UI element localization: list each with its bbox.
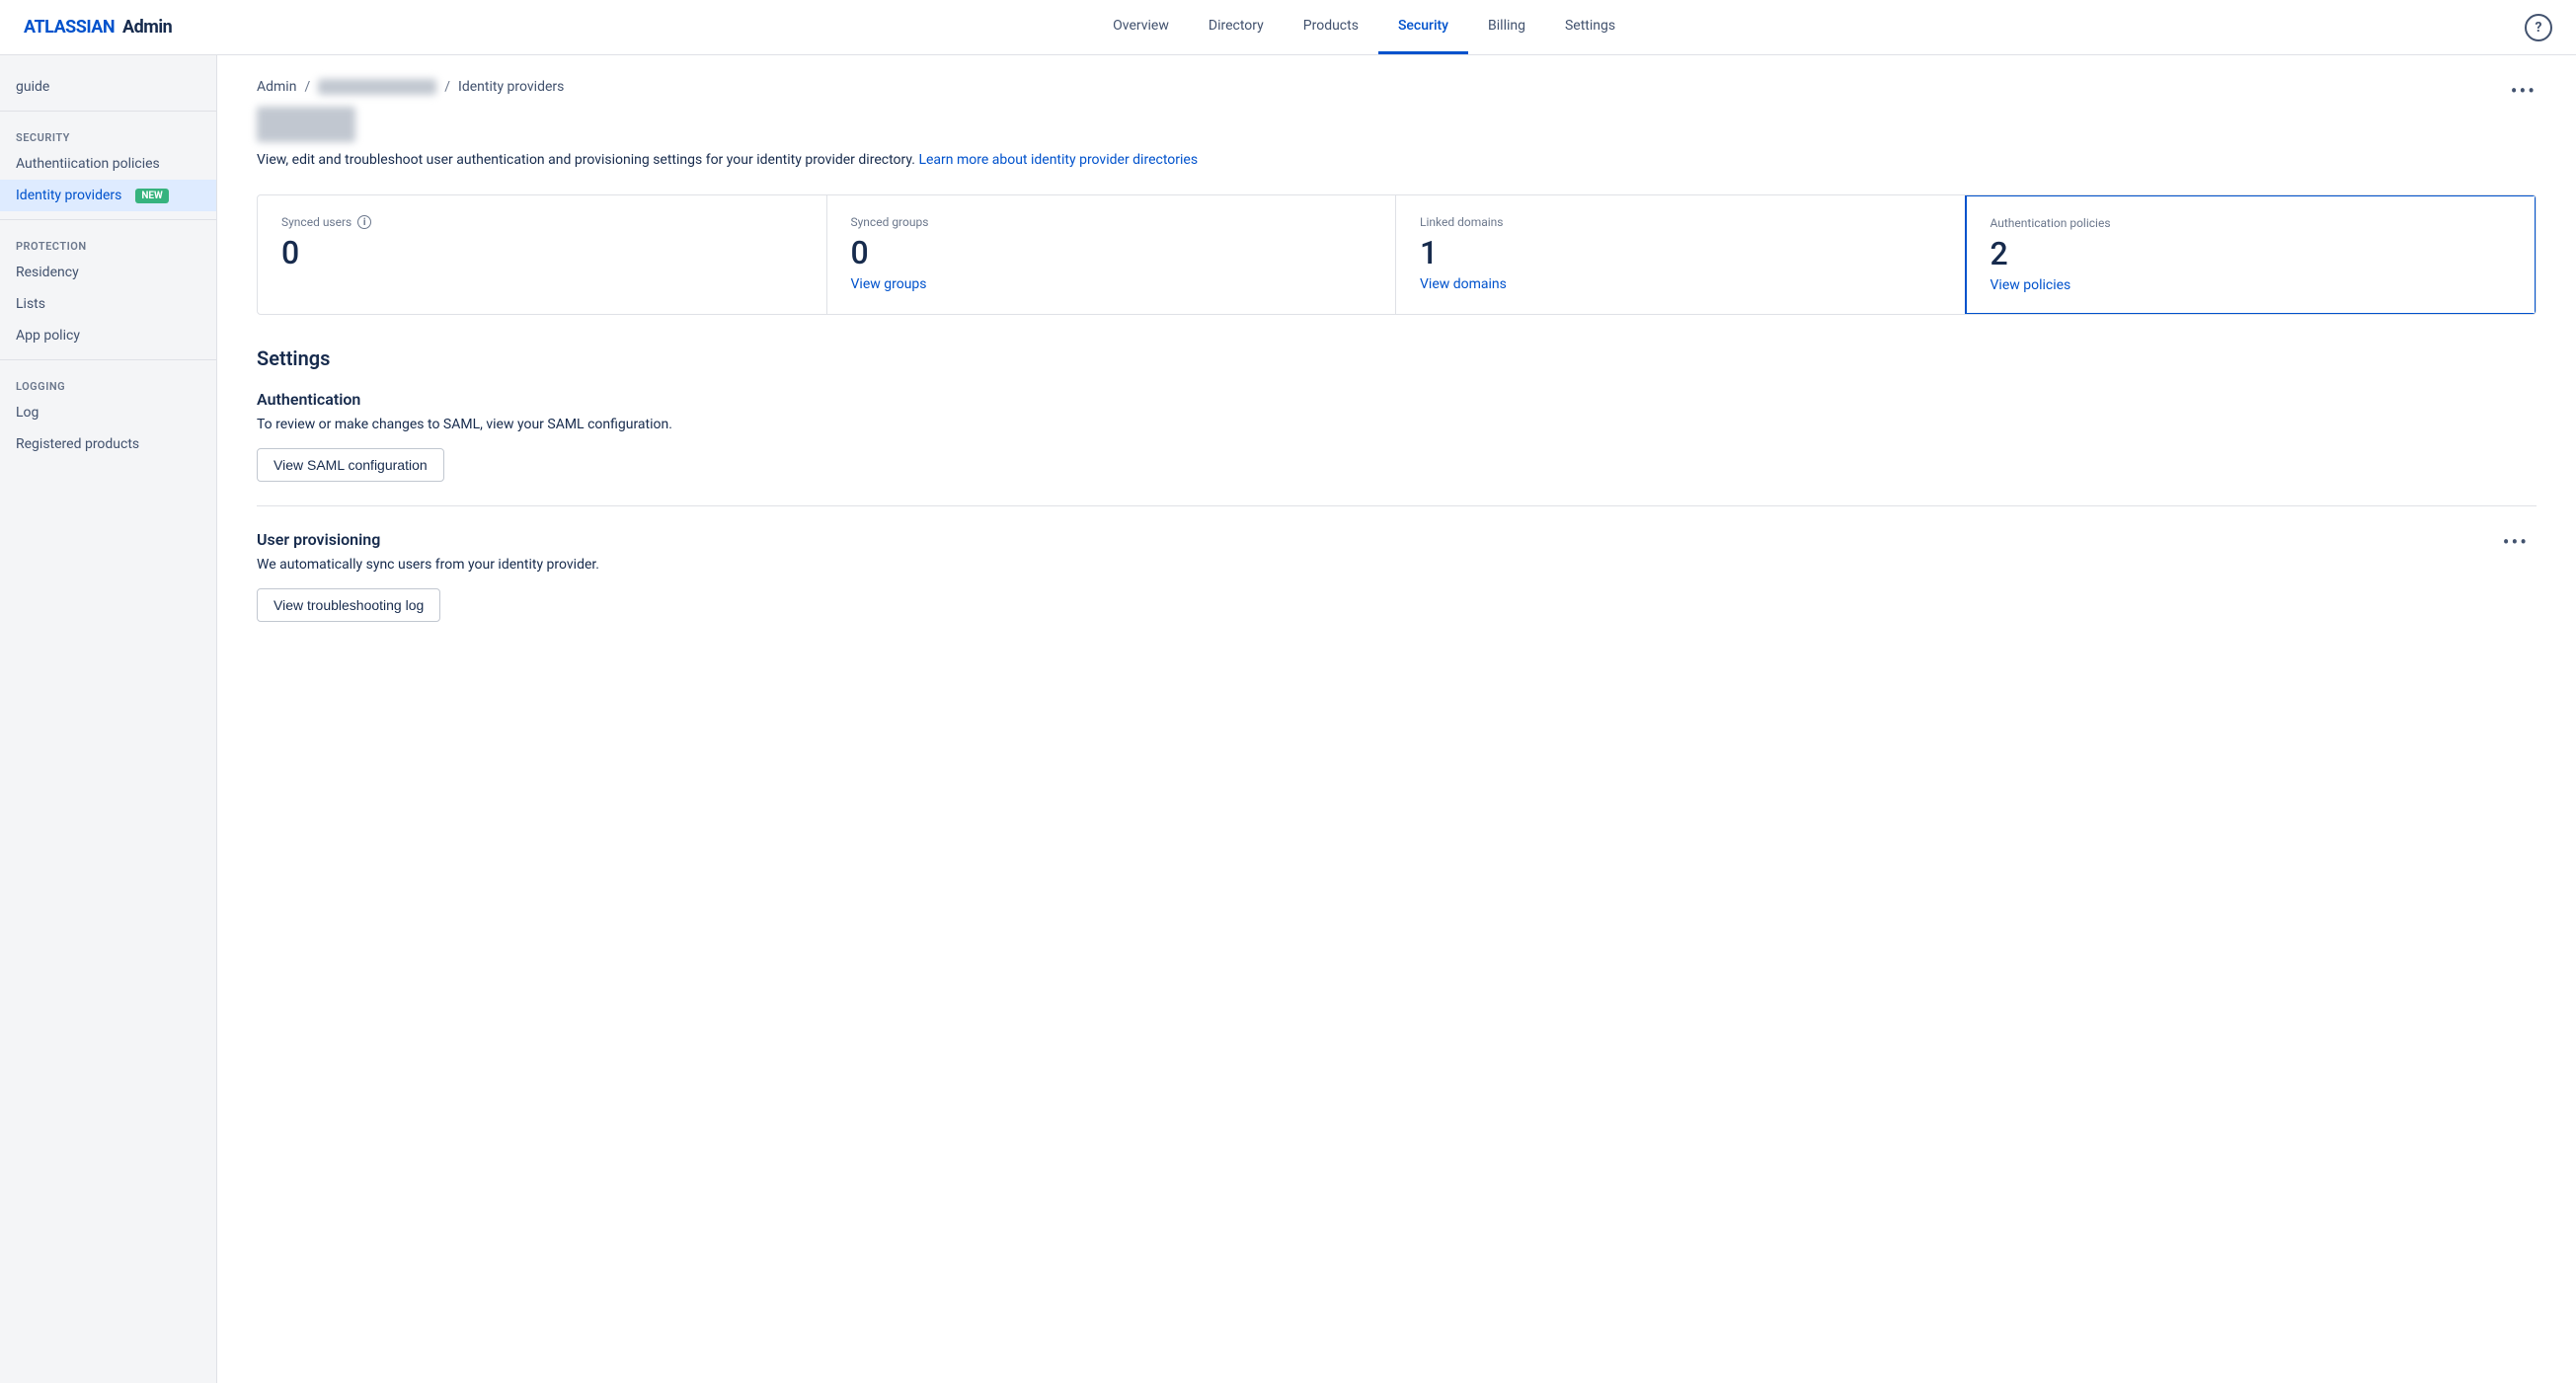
info-icon-synced-users[interactable]: i — [357, 215, 371, 229]
new-badge: NEW — [135, 189, 168, 203]
auth-section: Authentication To review or make changes… — [257, 390, 2537, 482]
description-text: View, edit and troubleshoot user authent… — [257, 150, 2537, 171]
stats-row: Synced users i 0 Synced groups 0 View gr… — [257, 194, 2537, 315]
stat-value-synced-users: 0 — [281, 237, 803, 269]
sidebar: guide SECURITY Authentiication policies … — [0, 55, 217, 1383]
view-policies-link[interactable]: View policies — [1991, 277, 2071, 293]
blurred-provider-name — [257, 107, 355, 142]
stat-label-synced-groups: Synced groups — [851, 215, 1372, 229]
nav-link-security[interactable]: Security — [1378, 0, 1468, 54]
brand-text: ATLASSIAN — [24, 17, 115, 38]
sidebar-section-security-label: SECURITY — [0, 119, 216, 148]
stat-card-synced-groups: Synced groups 0 View groups — [827, 195, 1397, 314]
stat-value-synced-groups: 0 — [851, 237, 1372, 269]
nav-item-products[interactable]: Products — [1284, 0, 1378, 54]
breadcrumb: Admin / / Identity providers — [257, 79, 2537, 95]
nav-item-directory[interactable]: Directory — [1189, 0, 1284, 54]
view-groups-link[interactable]: View groups — [851, 276, 927, 292]
top-nav: ATLASSIAN Admin Overview Directory Produ… — [0, 0, 2576, 55]
sidebar-item-residency[interactable]: Residency — [0, 257, 216, 288]
user-provisioning-heading: User provisioning — [257, 530, 2495, 549]
view-domains-link[interactable]: View domains — [1420, 276, 1507, 292]
breadcrumb-sep-1: / — [304, 79, 310, 95]
auth-description: To review or make changes to SAML, view … — [257, 417, 2537, 432]
breadcrumb-sep-2: / — [444, 79, 450, 95]
sidebar-section-protection-label: PROTECTION — [0, 228, 216, 257]
main-content: Admin / / Identity providers ••• View, e… — [217, 55, 2576, 1383]
user-provisioning-more[interactable]: ••• — [2495, 530, 2537, 554]
more-options-button[interactable]: ••• — [2511, 79, 2537, 103]
sidebar-divider-1 — [0, 111, 216, 112]
breadcrumb-admin[interactable]: Admin — [257, 79, 296, 95]
user-provisioning-description: We automatically sync users from your id… — [257, 557, 2495, 573]
nav-link-overview[interactable]: Overview — [1093, 0, 1189, 54]
nav-link-products[interactable]: Products — [1284, 0, 1378, 54]
stat-value-linked-domains: 1 — [1420, 237, 1941, 269]
help-button[interactable]: ? — [2525, 14, 2552, 41]
sidebar-item-id-providers[interactable]: Identity providers NEW — [0, 180, 216, 211]
stat-value-auth-policies: 2 — [1991, 238, 2512, 269]
sidebar-item-connected-products[interactable]: Registered products — [0, 428, 216, 460]
admin-text: Admin — [122, 17, 172, 38]
sidebar-divider-3 — [0, 359, 216, 360]
nav-item-billing[interactable]: Billing — [1468, 0, 1545, 54]
stat-card-auth-policies: Authentication policies 2 View policies — [1965, 194, 2537, 315]
nav-link-billing[interactable]: Billing — [1468, 0, 1545, 54]
view-troubleshooting-button[interactable]: View troubleshooting log — [257, 588, 440, 622]
settings-title: Settings — [257, 346, 2537, 370]
sidebar-item-log[interactable]: Log — [0, 397, 216, 428]
sidebar-item-guide[interactable]: guide — [0, 71, 216, 103]
stat-label-auth-policies: Authentication policies — [1991, 216, 2512, 230]
learn-more-link[interactable]: Learn more about identity provider direc… — [918, 152, 1198, 168]
layout: guide SECURITY Authentiication policies … — [0, 55, 2576, 1383]
sidebar-item-lists[interactable]: Lists — [0, 288, 216, 320]
stat-card-synced-users: Synced users i 0 — [258, 195, 827, 314]
nav-item-overview[interactable]: Overview — [1093, 0, 1189, 54]
nav-link-directory[interactable]: Directory — [1189, 0, 1284, 54]
sidebar-item-app-policy[interactable]: App policy — [0, 320, 216, 351]
blurred-org-name — [318, 79, 436, 95]
stat-card-linked-domains: Linked domains 1 View domains — [1396, 195, 1966, 314]
sidebar-item-auth-policies[interactable]: Authentiication policies — [0, 148, 216, 180]
nav-links: Overview Directory Products Security Bil… — [203, 0, 2525, 54]
sidebar-divider-2 — [0, 219, 216, 220]
sidebar-section-logging-label: LOGGING — [0, 368, 216, 397]
nav-link-settings[interactable]: Settings — [1545, 0, 1635, 54]
nav-item-settings[interactable]: Settings — [1545, 0, 1635, 54]
nav-right: ? — [2525, 14, 2552, 41]
user-provisioning-section: User provisioning We automatically sync … — [257, 530, 2537, 622]
user-provisioning-content: User provisioning We automatically sync … — [257, 530, 2495, 622]
stat-label-synced-users: Synced users i — [281, 215, 803, 229]
breadcrumb-identity-providers: Identity providers — [458, 79, 564, 95]
view-saml-button[interactable]: View SAML configuration — [257, 448, 444, 482]
stat-label-linked-domains: Linked domains — [1420, 215, 1941, 229]
logo-area: ATLASSIAN Admin — [24, 17, 172, 38]
logo: ATLASSIAN Admin — [24, 17, 172, 38]
section-divider — [257, 505, 2537, 506]
auth-heading: Authentication — [257, 390, 2537, 409]
nav-item-security[interactable]: Security — [1378, 0, 1468, 54]
